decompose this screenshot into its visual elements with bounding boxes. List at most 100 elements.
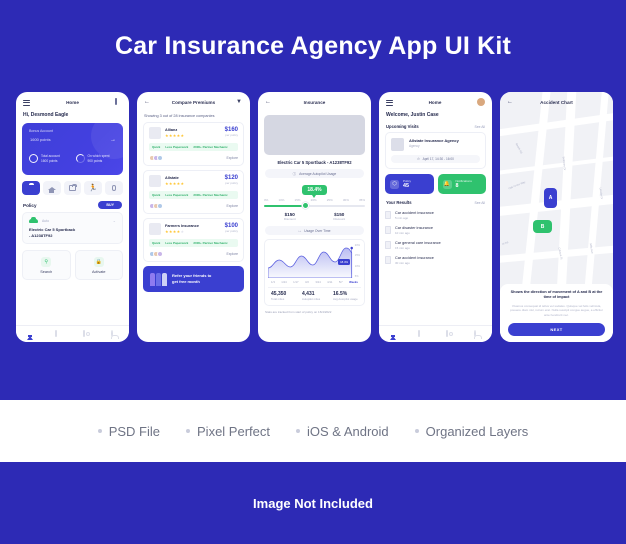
bonus-stats: Total account 1600 points On which spent…	[29, 154, 116, 163]
tag: Quick	[152, 241, 161, 245]
category-life[interactable]: 🏃	[84, 181, 103, 195]
chevron-down-icon[interactable]: ⌄	[113, 218, 116, 223]
search-label: Search	[40, 269, 53, 274]
visit-card[interactable]: Allstate Insurance Agency Agency ⏱ April…	[385, 132, 486, 169]
buy-button[interactable]: BUY	[98, 201, 122, 209]
upcoming-visits-title: Upcoming Visits	[386, 124, 419, 129]
list-item[interactable]: Car disaster insurance 10 min ago	[385, 223, 486, 238]
nav-camera-icon[interactable]	[446, 329, 453, 338]
panel-title: Shows the direction of movement of A and…	[510, 289, 603, 300]
explore-link[interactable]: Explore	[227, 204, 239, 208]
visit-time-text: April 17, 14:30 - 16:00	[422, 157, 454, 161]
tag: 2000+ Partner Mechanic	[193, 145, 228, 149]
company-card[interactable]: Allstate ★★★★★ $120 per policy Quick Les…	[143, 170, 244, 214]
bell-icon: 🔔	[442, 179, 452, 189]
discount-row: $150 Discount $150 Discount	[258, 207, 371, 221]
screen-home: Home Hi, Desmond Eagle Bonus Account 160…	[16, 92, 129, 342]
list-item[interactable]: Car general care insurance 15 min ago	[385, 238, 486, 253]
usage-slider[interactable]	[264, 202, 365, 210]
company-card[interactable]: Farmers Insurance ★★★★★ $100 per policy …	[143, 218, 244, 262]
y-axis-ticks: 20% 15% 10% 5%	[355, 244, 360, 278]
feature-organized-layers: Organized Layers	[414, 424, 528, 439]
result-time: 5 min ago	[395, 216, 409, 220]
explore-link[interactable]: Explore	[227, 156, 239, 160]
company-card[interactable]: Allianz ★★★★★ $160 per policy Quick Less…	[143, 122, 244, 166]
x-tick: 5/7	[338, 280, 343, 284]
discount-left: $150 Discount	[265, 212, 315, 221]
category-car[interactable]	[22, 181, 40, 195]
avatar[interactable]	[477, 98, 485, 106]
street-label: Oak Cross Way	[508, 180, 526, 191]
screen-accident-chart: Beach Rd Oak Cross Way Bellmore Dr Calve…	[500, 92, 613, 342]
activate-tile[interactable]: 🔒 Activate	[74, 250, 123, 281]
policy-card[interactable]: Auto ⌄ Electric Car 5 Sportback - A1238T…	[22, 212, 123, 245]
next-button[interactable]: NEXT	[508, 323, 605, 336]
back-arrow-icon[interactable]: ←	[265, 99, 272, 106]
nav-profile-icon[interactable]	[111, 329, 118, 338]
bonus-stat-spent: On which spent 900 points	[75, 154, 117, 163]
document-icon	[385, 211, 391, 219]
kpi-label: Notifications	[455, 178, 472, 183]
screen-title: Home	[428, 99, 442, 105]
nav-documents-icon[interactable]	[417, 329, 425, 338]
tracking-footnote: Stats are tracked from start of policy o…	[265, 309, 332, 314]
nav-documents-icon[interactable]	[54, 329, 62, 338]
usage-chart-card: 20% 15% 10% 5% 18.4% 1/3 1/24 1/17 3/2 3…	[264, 239, 365, 306]
result-title: Car accident insurance	[395, 256, 434, 260]
hamburger-icon[interactable]	[23, 99, 30, 106]
tick: 15%	[294, 198, 301, 202]
see-all-link[interactable]: See All	[474, 201, 485, 205]
company-logo	[149, 127, 161, 139]
feature-label: Pixel Perfect	[197, 423, 270, 439]
kpi-policy[interactable]: ⬡ Policy 45	[385, 174, 434, 194]
nav-home-icon[interactable]	[26, 330, 34, 340]
nav-home-icon[interactable]	[389, 330, 397, 340]
hero-banner: Car Insurance Agency App UI Kit	[0, 0, 626, 92]
category-business[interactable]	[63, 181, 82, 195]
quick-actions: ⚲ Search 🔒 Activate	[16, 244, 129, 281]
explore-link[interactable]: Explore	[227, 252, 239, 256]
referral-banner[interactable]: Refer your friends to get free month	[143, 266, 244, 292]
back-arrow-icon[interactable]: ←	[507, 99, 514, 106]
search-icon: ⚲	[41, 256, 52, 267]
list-item[interactable]: Car accident insurance 5 min ago	[385, 208, 486, 223]
tag: Less Paperwork	[165, 241, 189, 245]
arrow-right-icon[interactable]: →	[110, 137, 116, 143]
car-marker-b[interactable]: B	[533, 220, 552, 233]
usage-over-time-button[interactable]: ⏢ Usage Over Time	[265, 226, 364, 235]
footer-bar: Image Not Included	[0, 462, 626, 544]
tick: 30%	[342, 198, 349, 202]
slider-fill	[264, 205, 303, 207]
bonus-account-card[interactable]: Bonus Account 1600points → Total account…	[22, 123, 123, 175]
bell-icon[interactable]	[115, 97, 122, 106]
nav-camera-icon[interactable]	[83, 329, 90, 338]
tick: 0%	[264, 198, 269, 202]
document-icon	[385, 256, 391, 264]
filter-icon[interactable]: ▼	[236, 99, 243, 106]
car-marker-a[interactable]: A	[544, 188, 557, 208]
panel-body: Vivamus consequat id tellus vel sodales.…	[510, 303, 603, 317]
nav-profile-icon[interactable]	[474, 329, 481, 338]
policy-section-title: Policy	[23, 202, 37, 208]
company-name: Allstate	[165, 176, 179, 180]
rating-stars: ★★★★★	[165, 133, 185, 138]
search-tile[interactable]: ⚲ Search	[22, 250, 71, 281]
agency-type: Agency	[409, 144, 420, 148]
back-arrow-icon[interactable]: ←	[144, 99, 151, 106]
results-count: Showing 3 out of 28 insurance companies	[144, 114, 215, 118]
category-home[interactable]	[42, 181, 61, 195]
phone-mockups-row: Home Hi, Desmond Eagle Bonus Account 160…	[0, 92, 626, 346]
kpi-notifications[interactable]: 🔔 Notifications 8	[437, 174, 486, 194]
screen-title: Insurance	[303, 99, 326, 105]
hamburger-icon[interactable]	[386, 99, 393, 106]
result-title: Car general care insurance	[395, 241, 441, 245]
result-time: 15 min ago	[395, 246, 410, 250]
list-item[interactable]: Car accident insurance 30 min ago	[385, 253, 486, 268]
see-all-link[interactable]: See All	[474, 125, 485, 129]
category-pet[interactable]	[105, 181, 123, 195]
bonus-stat-total: Total account 1600 points	[29, 154, 70, 163]
accident-info-panel: Shows the direction of movement of A and…	[500, 283, 613, 342]
tick: 25%	[326, 198, 333, 202]
bullet-icon	[186, 429, 191, 433]
